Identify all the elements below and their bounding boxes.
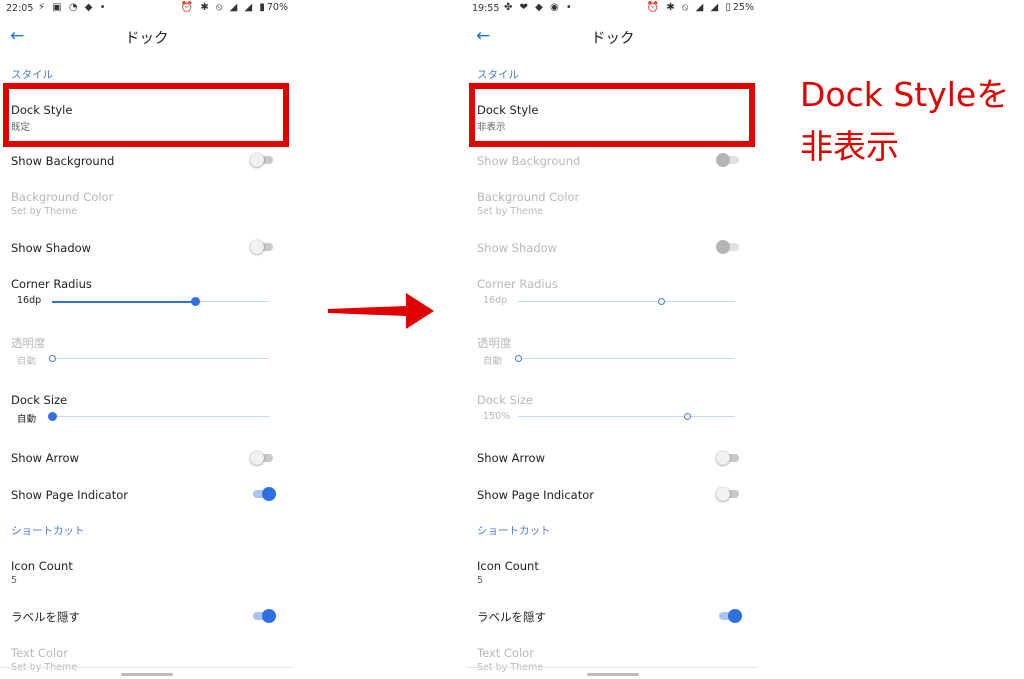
status-bar: 19:55 ✤ ❤ ◆ ◉ • ⏰ ✱ ⦸ ◢ ◢ ▯25% xyxy=(466,0,758,18)
show-page-indicator-toggle[interactable] xyxy=(716,487,739,501)
screen-after: 19:55 ✤ ❤ ◆ ◉ • ⏰ ✱ ⦸ ◢ ◢ ▯25% ← ドック スタイ… xyxy=(466,0,758,679)
opacity-value: 自動 xyxy=(483,356,503,367)
icon-count-value: 5 xyxy=(11,575,18,586)
text-color-title: Text Color xyxy=(11,646,68,660)
dock-size-slider[interactable] xyxy=(48,412,269,421)
section-header-style: スタイル xyxy=(477,69,519,81)
home-handle[interactable] xyxy=(121,673,173,676)
corner-radius-title: Corner Radius xyxy=(11,277,92,291)
hide-labels-label: ラベルを隠す xyxy=(11,610,80,624)
show-shadow-toggle[interactable] xyxy=(716,240,739,254)
show-shadow-label: Show Shadow xyxy=(11,241,92,255)
app-bar: ← ドック xyxy=(0,22,292,52)
dock-size-thumb[interactable] xyxy=(48,412,57,421)
screen-before: 22:05 ⚡ ▣ ◔ ◆ • ⏰ ✱ ⦸ ◢ ◢ ▮70% ← ドック スタイ… xyxy=(0,0,292,679)
notification-icons: ⚡ ▣ ◔ ◆ • xyxy=(38,2,108,13)
home-handle[interactable] xyxy=(587,673,639,676)
corner-radius-value: 16dp xyxy=(17,295,42,306)
highlight-box xyxy=(469,83,755,147)
dock-size-title: Dock Size xyxy=(477,393,534,407)
corner-radius-title: Corner Radius xyxy=(477,277,558,291)
show-arrow-toggle[interactable] xyxy=(716,451,739,465)
app-bar: ← ドック xyxy=(466,22,758,52)
corner-radius-fill xyxy=(52,300,196,303)
show-background-label: Show Background xyxy=(477,154,581,168)
corner-radius-thumb[interactable] xyxy=(191,297,201,306)
battery-level: 70% xyxy=(266,2,288,13)
dock-size-value: 150% xyxy=(483,411,511,422)
arrow-back-icon[interactable]: ← xyxy=(476,26,496,46)
status-bar: 22:05 ⚡ ▣ ◔ ◆ • ⏰ ✱ ⦸ ◢ ◢ ▮70% xyxy=(0,0,292,18)
page-title: ドック xyxy=(591,31,635,47)
highlight-box xyxy=(3,83,289,147)
background-color-sub: Set by Theme xyxy=(477,206,544,217)
background-color-sub: Set by Theme xyxy=(11,206,78,217)
dock-size-title: Dock Size xyxy=(11,393,68,407)
opacity-thumb[interactable] xyxy=(515,355,522,362)
opacity-title: 透明度 xyxy=(11,336,46,350)
corner-radius-slider[interactable] xyxy=(518,298,735,305)
battery-level: 25% xyxy=(732,2,754,13)
section-header-style: スタイル xyxy=(11,69,53,81)
opacity-value: 自動 xyxy=(17,356,37,367)
opacity-title: 透明度 xyxy=(477,336,512,350)
show-background-label: Show Background xyxy=(11,154,115,168)
show-page-indicator-toggle[interactable] xyxy=(250,487,276,501)
corner-radius-value: 16dp xyxy=(483,295,508,306)
opacity-slider[interactable] xyxy=(49,355,269,362)
dock-size-value: 自動 xyxy=(17,414,37,425)
system-icons: ⏰ ✱ ⦸ ◢ ◢ ▯25% xyxy=(646,2,754,13)
show-background-toggle[interactable] xyxy=(250,153,273,167)
background-color-title: Background Color xyxy=(11,190,114,204)
arrow-back-icon[interactable]: ← xyxy=(10,26,30,46)
hide-labels-toggle[interactable] xyxy=(250,609,276,623)
show-arrow-label: Show Arrow xyxy=(11,451,79,465)
page-title: ドック xyxy=(125,31,169,47)
icon-count-title[interactable]: Icon Count xyxy=(477,559,539,573)
annotation-line-1: Dock Styleを xyxy=(800,75,1010,114)
corner-radius-thumb[interactable] xyxy=(658,298,666,305)
system-icons: ⏰ ✱ ⦸ ◢ ◢ ▮70% xyxy=(180,2,288,13)
show-background-toggle[interactable] xyxy=(716,153,739,167)
show-arrow-label: Show Arrow xyxy=(477,451,545,465)
text-color-title: Text Color xyxy=(477,646,534,660)
notification-icons: ✤ ❤ ◆ ◉ • xyxy=(504,2,574,13)
show-page-indicator-label: Show Page Indicator xyxy=(477,488,594,502)
status-time: 22:05 xyxy=(6,3,34,14)
corner-radius-slider[interactable] xyxy=(52,297,269,306)
nav-bar xyxy=(466,667,758,676)
show-shadow-toggle[interactable] xyxy=(250,240,273,254)
background-color-title: Background Color xyxy=(477,190,580,204)
opacity-thumb[interactable] xyxy=(49,355,56,362)
opacity-slider[interactable] xyxy=(515,355,735,362)
section-header-shortcut: ショートカット xyxy=(477,525,551,537)
show-arrow-toggle[interactable] xyxy=(250,451,273,465)
icon-count-title[interactable]: Icon Count xyxy=(11,559,73,573)
annotation-line-2: 非表示 xyxy=(800,127,899,166)
dock-size-thumb[interactable] xyxy=(684,413,692,420)
show-shadow-label: Show Shadow xyxy=(477,241,558,255)
red-arrow-right-icon xyxy=(328,293,434,329)
show-page-indicator-label: Show Page Indicator xyxy=(11,488,128,502)
dock-size-slider[interactable] xyxy=(518,413,735,420)
icon-count-value: 5 xyxy=(477,575,484,586)
section-header-shortcut: ショートカット xyxy=(11,525,85,537)
status-time: 19:55 xyxy=(472,3,500,14)
nav-bar xyxy=(0,667,292,676)
hide-labels-label: ラベルを隠す xyxy=(477,610,546,624)
hide-labels-toggle[interactable] xyxy=(716,609,742,623)
